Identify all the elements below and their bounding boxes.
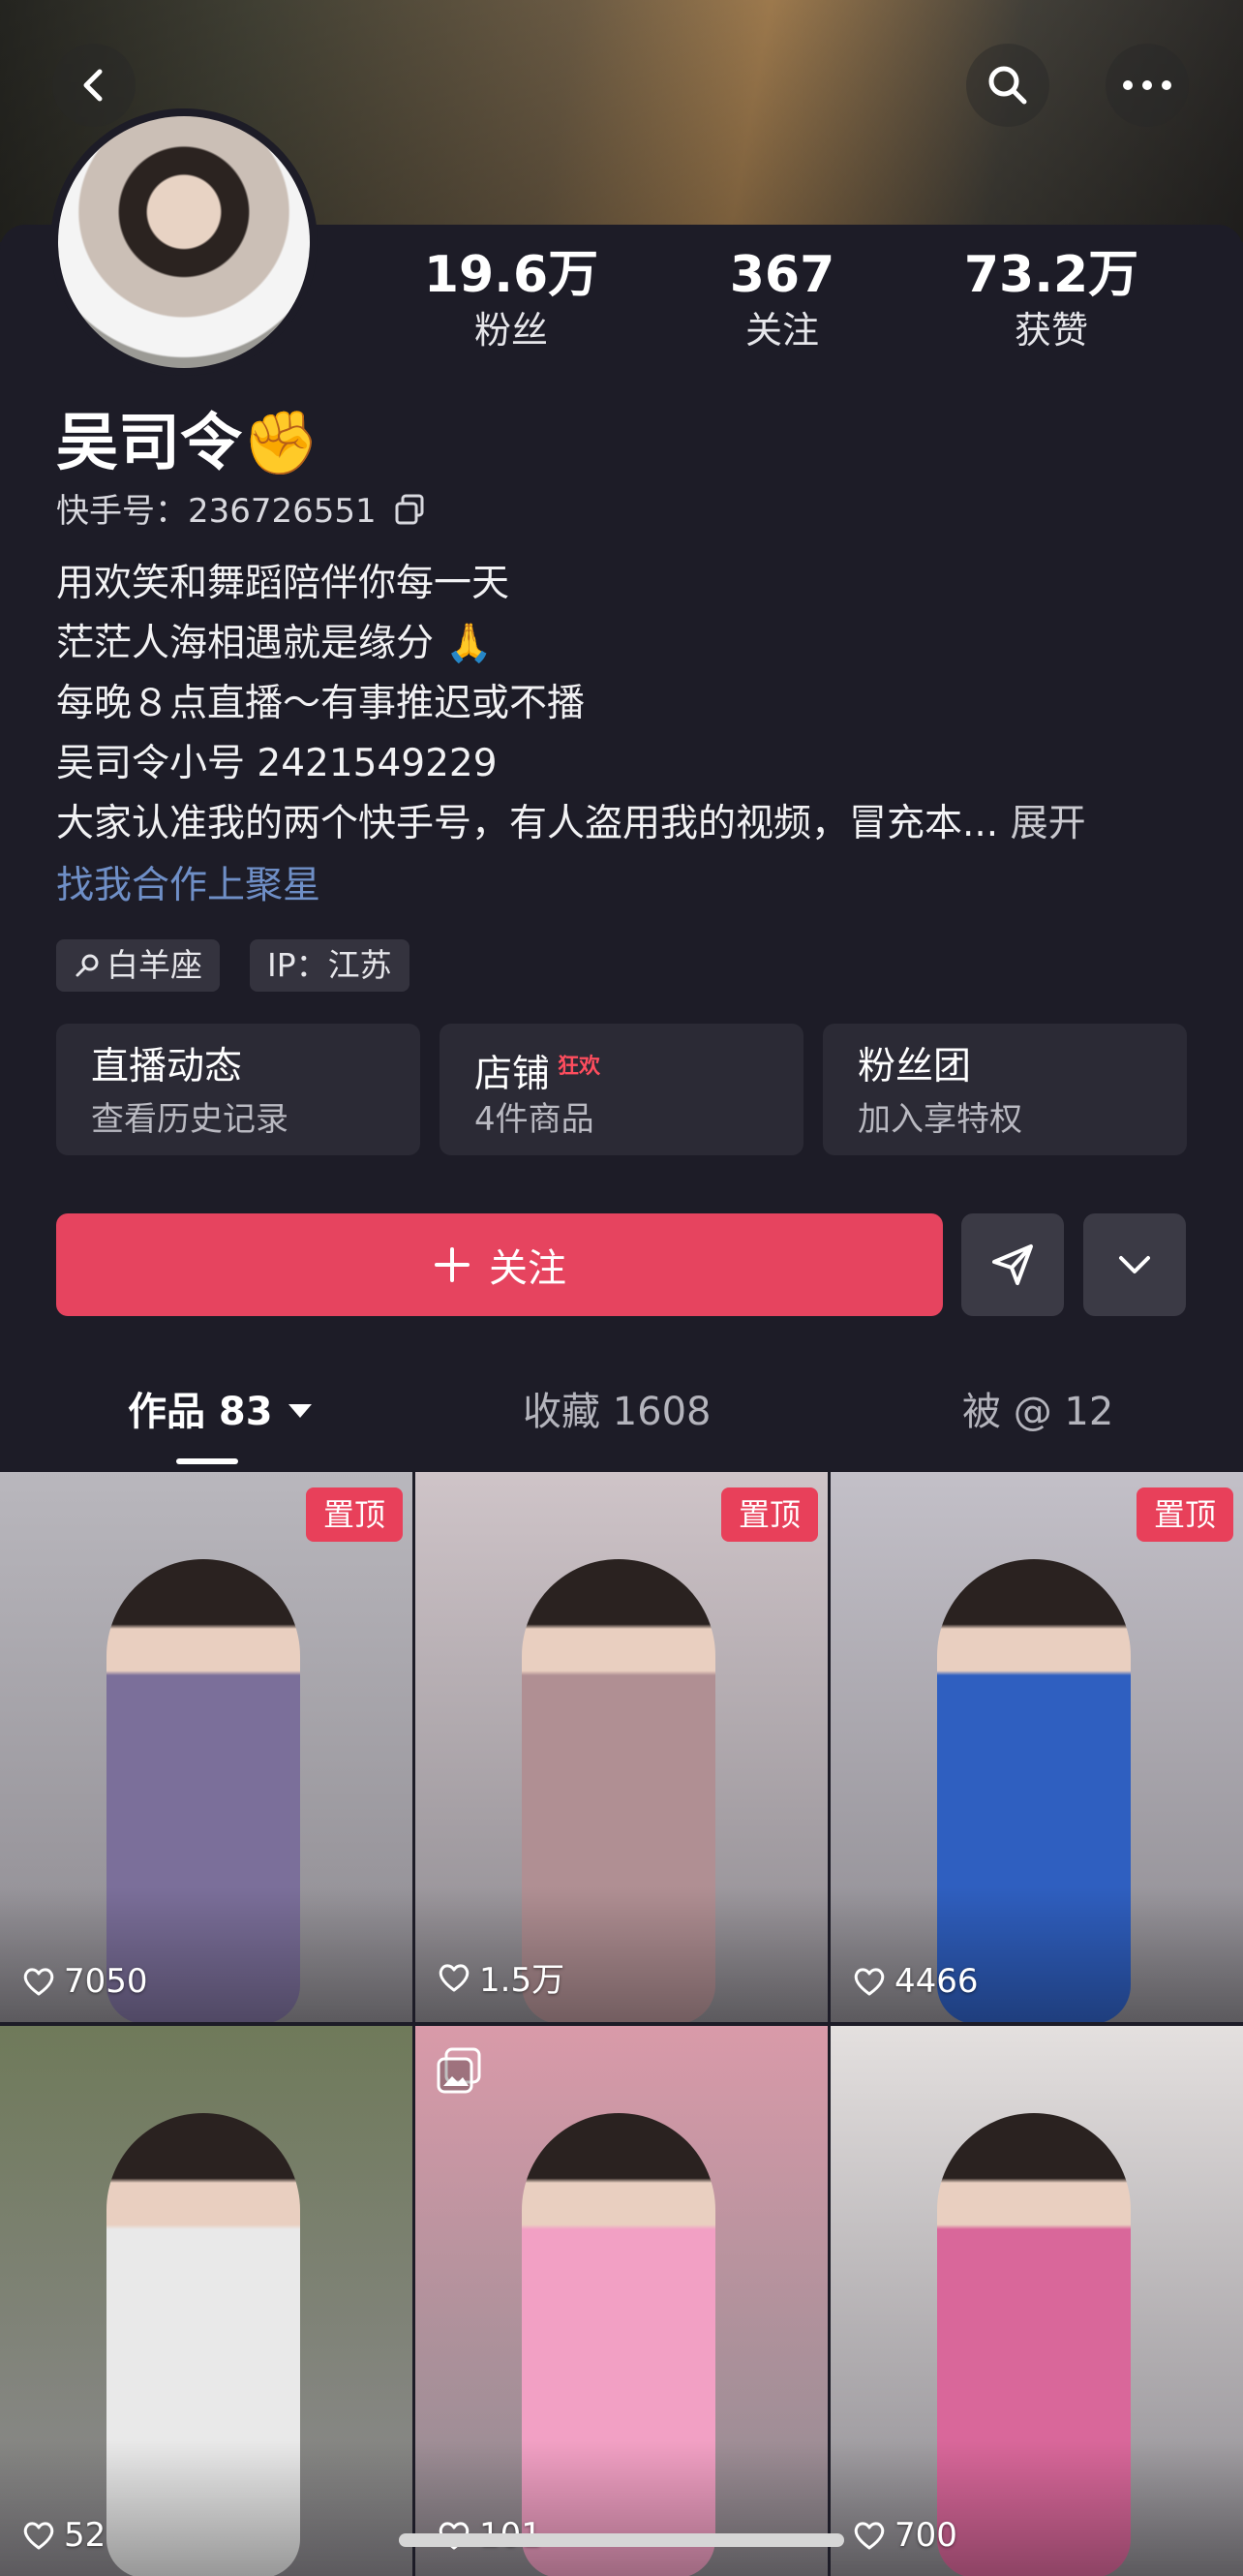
- post-tile[interactable]: 置顶 4466: [831, 1472, 1243, 2022]
- search-icon: [988, 66, 1027, 105]
- card-title-text: 店铺: [474, 1053, 551, 1096]
- fans-label: 粉丝: [473, 309, 548, 352]
- card-badge: 狂欢: [558, 1055, 601, 1079]
- likes-count: 73.2万: [963, 246, 1139, 304]
- user-id-text: 快手号：236726551: [56, 492, 377, 531]
- heart-icon: [854, 2522, 885, 2550]
- profile-name-text: 吴司令: [56, 408, 242, 479]
- message-button[interactable]: [961, 1213, 1064, 1316]
- bio-line: 大家认准我的两个快手号，有人盗用我的视频，冒充本...: [56, 802, 999, 845]
- post-likes: 52: [21, 2516, 106, 2555]
- bio-line: 吴司令小号 2421549229: [56, 742, 498, 785]
- bio-line: 每晚８点直播～有事推迟或不播: [56, 682, 586, 725]
- heart-icon: [439, 1963, 470, 1991]
- tab-mentions[interactable]: 被 @ 12: [962, 1383, 1113, 1441]
- post-likes: 4466: [852, 1962, 979, 2001]
- tag-zodiac[interactable]: 白羊座: [56, 939, 220, 992]
- card-live-history[interactable]: 直播动态 查看历史记录: [56, 1024, 420, 1155]
- avatar[interactable]: [50, 108, 318, 376]
- card-fan-club[interactable]: 粉丝团 加入享特权: [823, 1024, 1187, 1155]
- more-icon: [1123, 80, 1171, 90]
- tab-favorites[interactable]: 收藏 1608: [523, 1383, 712, 1441]
- card-subtitle: 4件商品: [474, 1100, 594, 1139]
- zodiac-icon: [76, 954, 99, 977]
- pinned-badge: 置顶: [306, 1487, 403, 1542]
- post-tile[interactable]: 101: [415, 2026, 828, 2576]
- post-likes-count: 1.5万: [479, 1961, 565, 2000]
- tag-zodiac-label: 白羊座: [106, 946, 202, 984]
- following-count: 367: [729, 246, 835, 304]
- active-tab-indicator: [176, 1458, 238, 1464]
- post-tile[interactable]: 700: [831, 2026, 1243, 2576]
- recommend-dropdown-button[interactable]: [1083, 1213, 1186, 1316]
- bio-line: 茫茫人海相遇就是缘分 🙏: [56, 622, 493, 665]
- post-likes-count: 7050: [64, 1962, 148, 2001]
- fist-emoji: ✊: [242, 408, 319, 479]
- bio-line: 用欢笑和舞蹈陪伴你每一天: [56, 562, 510, 605]
- user-id[interactable]: 快手号：236726551: [56, 489, 426, 534]
- card-title-text: 粉丝团: [858, 1045, 972, 1089]
- pinned-badge: 置顶: [1137, 1487, 1233, 1542]
- post-tile[interactable]: 置顶 1.5万: [415, 1472, 828, 2022]
- likes-label: 获赞: [1014, 309, 1088, 352]
- tab-works-label: 作品 83: [128, 1390, 273, 1434]
- more-button[interactable]: [1106, 44, 1189, 127]
- post-tile[interactable]: 置顶 7050: [0, 1472, 412, 2022]
- profile-name: 吴司令✊: [56, 405, 319, 482]
- post-likes: 7050: [21, 1962, 148, 2001]
- card-subtitle: 查看历史记录: [91, 1100, 288, 1139]
- following-label: 关注: [744, 309, 819, 352]
- tag-ip-label: IP：江苏: [267, 946, 392, 984]
- home-indicator[interactable]: [399, 2533, 844, 2547]
- fans-count: 19.6万: [423, 246, 599, 304]
- heart-icon: [23, 1968, 54, 1996]
- post-likes: 700: [852, 2516, 957, 2555]
- card-title: 粉丝团: [858, 1041, 971, 1093]
- follow-button[interactable]: 关注: [56, 1213, 943, 1316]
- copy-icon[interactable]: [393, 493, 426, 526]
- card-title-text: 直播动态: [91, 1045, 243, 1089]
- post-tile[interactable]: 52: [0, 2026, 412, 2576]
- expand-button[interactable]: 展开: [1011, 802, 1086, 845]
- bio: 用欢笑和舞蹈陪伴你每一天 茫茫人海相遇就是缘分 🙏 每晚８点直播～有事推迟或不播…: [56, 554, 1198, 854]
- caret-down-icon: [288, 1404, 312, 1418]
- heart-icon: [854, 1968, 885, 1996]
- chevron-down-icon: [1119, 1256, 1150, 1273]
- back-icon: [83, 69, 103, 102]
- stat-following[interactable]: 367 关注: [676, 244, 889, 354]
- post-likes: 1.5万: [437, 1953, 564, 2001]
- tag-ip: IP：江苏: [250, 939, 409, 992]
- tab-works[interactable]: 作品 83: [128, 1383, 314, 1441]
- post-likes-count: 700: [894, 2516, 957, 2555]
- post-likes-count: 4466: [894, 1962, 979, 2001]
- card-title: 店铺 狂欢: [474, 1041, 600, 1101]
- card-title: 直播动态: [91, 1041, 242, 1093]
- search-button[interactable]: [966, 44, 1049, 127]
- stat-likes[interactable]: 73.2万 获赞: [945, 244, 1158, 354]
- card-subtitle: 加入享特权: [858, 1100, 1022, 1139]
- plus-icon: [435, 1247, 470, 1282]
- pinned-badge: 置顶: [721, 1487, 818, 1542]
- send-icon: [992, 1244, 1033, 1285]
- card-shop[interactable]: 店铺 狂欢 4件商品: [440, 1024, 803, 1155]
- back-button[interactable]: [52, 44, 136, 127]
- heart-icon: [23, 2522, 54, 2550]
- cooperation-link[interactable]: 找我合作上聚星: [56, 856, 320, 916]
- follow-label: 关注: [489, 1246, 566, 1291]
- gallery-icon: [437, 2047, 481, 2094]
- bio-line-last: 大家认准我的两个快手号，有人盗用我的视频，冒充本... 展开: [56, 794, 1198, 854]
- post-likes-count: 52: [64, 2516, 106, 2555]
- stat-fans[interactable]: 19.6万 粉丝: [405, 244, 618, 354]
